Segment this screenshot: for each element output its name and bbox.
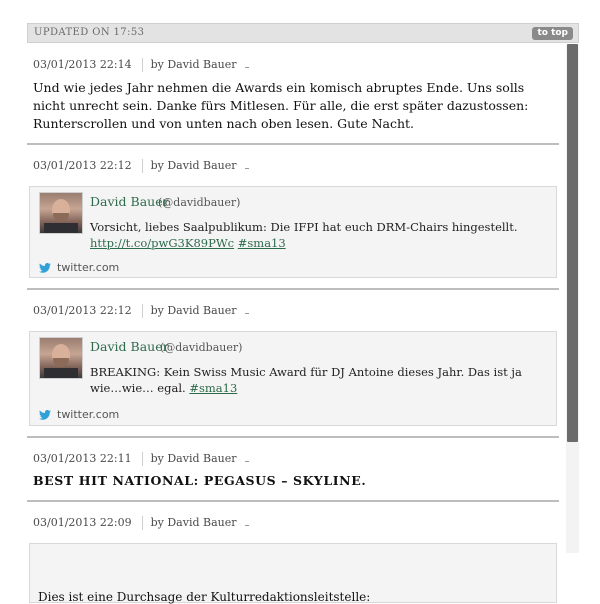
avatar[interactable] bbox=[39, 337, 83, 379]
tweet-handle: (@davidbauer) bbox=[160, 341, 243, 354]
tweet-author-name[interactable]: David Bauer bbox=[90, 194, 169, 209]
avatar-beard bbox=[53, 213, 69, 222]
entry-author[interactable]: by David Bauer bbox=[151, 159, 237, 172]
tweet-body: BREAKING: Kein Swiss Music Award für DJ … bbox=[90, 365, 522, 395]
tweet-body: Vorsicht, liebes Saalpublikum: Die IFPI … bbox=[90, 220, 518, 234]
embedded-tweet: David Bauer (@davidbauer) Vorsicht, lieb… bbox=[29, 186, 557, 278]
tweet-source-label: twitter.com bbox=[57, 408, 120, 421]
entry-timestamp: 03/01/2013 22:09 bbox=[33, 516, 132, 529]
entry-text: Und wie jedes Jahr nehmen die Awards ein… bbox=[33, 80, 529, 131]
to-top-button[interactable]: to top bbox=[532, 27, 573, 40]
entry-author[interactable]: by David Bauer bbox=[151, 58, 237, 71]
quote-text: Dies ist eine Durchsage der Kulturredakt… bbox=[38, 590, 371, 604]
feed-entry: 03/01/2013 22:12 by David Bauer David Bau… bbox=[27, 290, 559, 438]
entry-author[interactable]: by David Bauer bbox=[151, 304, 237, 317]
twitter-bird-icon bbox=[39, 410, 51, 420]
avatar-shirt bbox=[44, 368, 78, 378]
entry-timestamp: 03/01/2013 22:12 bbox=[33, 304, 132, 317]
meta-underscore bbox=[244, 168, 249, 169]
entry-meta: 03/01/2013 22:09 by David Bauer bbox=[27, 502, 559, 543]
meta-underscore bbox=[244, 461, 249, 462]
tweet-text: Vorsicht, liebes Saalpublikum: Die IFPI … bbox=[90, 219, 548, 251]
tweet-author-name[interactable]: David Bauer bbox=[90, 339, 169, 354]
tweet-source-label: twitter.com bbox=[57, 261, 120, 274]
updated-label: UPDATED ON 17:53 bbox=[34, 27, 145, 38]
feed-entry: 03/01/2013 22:14 by David Bauer Und wie j… bbox=[27, 44, 559, 145]
live-feed: 03/01/2013 22:14 by David Bauer Und wie j… bbox=[27, 44, 559, 604]
avatar[interactable] bbox=[39, 192, 83, 234]
tweet-text: BREAKING: Kein Swiss Music Award für DJ … bbox=[90, 364, 548, 396]
entry-headline: BEST HIT NATIONAL: PEGASUS – SKYLINE. bbox=[33, 473, 367, 488]
meta-underscore bbox=[244, 525, 249, 526]
entry-timestamp: 03/01/2013 22:12 bbox=[33, 159, 132, 172]
twitter-bird-icon bbox=[39, 263, 51, 273]
meta-divider bbox=[141, 452, 143, 466]
entry-meta: 03/01/2013 22:12 by David Bauer bbox=[27, 290, 559, 331]
meta-divider bbox=[141, 516, 143, 530]
entry-meta: 03/01/2013 22:12 by David Bauer bbox=[27, 145, 559, 186]
tweet-source[interactable]: twitter.com bbox=[39, 261, 119, 274]
avatar-shirt bbox=[44, 223, 78, 233]
entry-timestamp: 03/01/2013 22:11 bbox=[33, 452, 132, 465]
tweet-handle: (@davidbauer) bbox=[158, 196, 241, 209]
meta-divider bbox=[141, 58, 143, 72]
feed-entry: 03/01/2013 22:12 by David Bauer David Bau… bbox=[27, 145, 559, 290]
quote-box: Dies ist eine Durchsage der Kulturredakt… bbox=[29, 543, 557, 604]
scrollbar-thumb[interactable] bbox=[567, 44, 578, 442]
avatar-beard bbox=[53, 358, 69, 367]
feed-entry: 03/01/2013 22:11 by David Bauer BEST HIT … bbox=[27, 438, 559, 502]
updated-bar: UPDATED ON 17:53 to top bbox=[27, 23, 579, 43]
meta-underscore bbox=[244, 67, 249, 68]
tweet-hashtag[interactable]: #sma13 bbox=[238, 236, 286, 250]
entry-author[interactable]: by David Bauer bbox=[151, 452, 237, 465]
tweet-source[interactable]: twitter.com bbox=[39, 408, 119, 421]
entry-timestamp: 03/01/2013 22:14 bbox=[33, 58, 132, 71]
tweet-link[interactable]: http://t.co/pwG3K89PWc bbox=[90, 236, 234, 250]
tweet-hashtag[interactable]: #sma13 bbox=[189, 381, 237, 395]
meta-underscore bbox=[244, 313, 249, 314]
embedded-tweet: David Bauer (@davidbauer) BREAKING: Kein… bbox=[29, 331, 557, 426]
meta-divider bbox=[141, 159, 143, 173]
meta-divider bbox=[141, 304, 143, 318]
entry-author[interactable]: by David Bauer bbox=[151, 516, 237, 529]
